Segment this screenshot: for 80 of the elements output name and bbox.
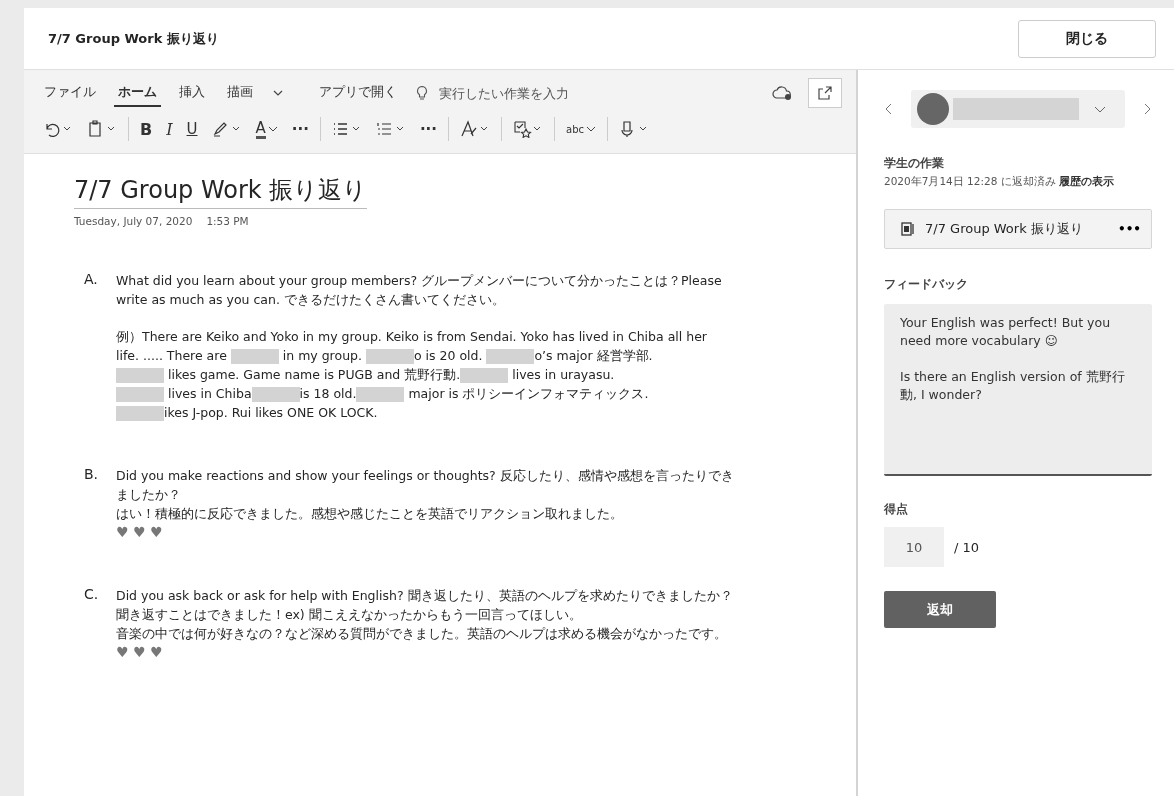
example-text: life. ..... There are <box>116 348 228 363</box>
example-text: major is ポリシーインフォマティックス. <box>407 386 649 401</box>
search-field[interactable]: 実行したい作業を入力 <box>415 84 611 102</box>
italic-button[interactable]: I <box>163 115 176 143</box>
return-button[interactable]: 返却 <box>884 591 996 628</box>
page-date: Tuesday, July 07, 2020 <box>74 215 193 227</box>
score-field[interactable]: 10 <box>884 527 944 567</box>
list-letter: C. <box>83 586 100 604</box>
styles-icon <box>460 120 490 138</box>
redaction-block <box>460 368 509 383</box>
section-title: 学生の作業 <box>884 156 945 171</box>
underline-button[interactable]: U <box>183 115 201 143</box>
caret-icon <box>586 125 596 133</box>
numbering-icon <box>375 120 406 138</box>
list-letter: A. <box>83 271 99 289</box>
example-text: is 18 old. <box>299 386 357 401</box>
notebook-icon <box>901 221 915 237</box>
cloud-icon[interactable] <box>772 85 794 101</box>
score-max: / 10 <box>954 539 980 555</box>
caret-icon <box>267 125 278 133</box>
example-text: o’s major 経営学部. <box>534 348 653 363</box>
example-text: 例）There are Keiko and Yoko in my group. Keiko is from Sendai. Yoko has lived in Chiba all her <box>116 329 707 344</box>
paste-icon <box>87 120 117 138</box>
file-name: 7/7 Group Work 振り返り <box>925 220 1084 238</box>
tags-icon <box>513 120 543 138</box>
share-icon <box>817 85 833 101</box>
close-button[interactable]: 閉じる <box>1018 19 1156 58</box>
redaction-block <box>116 406 164 421</box>
example-text: lives in Chiba <box>166 386 252 401</box>
returned-status: 2020年7月14日 12:28 に返却済み <box>884 175 1056 187</box>
bold-button[interactable]: B <box>137 115 156 143</box>
open-in-app-button[interactable]: アプリで開く <box>315 79 401 107</box>
question-text: Did you make reactions and show your feelings or thoughts? 反応したり、感情や感想を言ったりできましたか？ <box>116 467 734 504</box>
ribbon-tab[interactable]: 描画 <box>223 79 257 107</box>
redaction-block <box>486 349 535 364</box>
font-color-button[interactable]: A <box>252 115 281 143</box>
redaction-block <box>230 349 279 364</box>
redaction-block <box>356 387 405 402</box>
bullets-icon <box>331 120 362 138</box>
example-text: likes game. Game name is PUGB and 荒野行動. <box>166 367 461 382</box>
ribbon-tab[interactable]: ファイル <box>40 79 100 107</box>
answer-text: 聞き返すことはできました！ex) 聞こええなかったからもう一回言ってほしい。 <box>116 607 582 622</box>
ribbon-tab[interactable]: 挿入 <box>175 79 209 107</box>
score-label: 得点 <box>884 502 909 517</box>
question-text: Did you ask back or ask for help with English? 聞き返したり、英語のヘルプを求めたりできましたか？ <box>116 587 734 605</box>
redaction-block <box>116 387 164 402</box>
previous-icon[interactable] <box>884 102 894 116</box>
dictate-icon <box>619 120 649 138</box>
share-button[interactable] <box>808 78 842 108</box>
heart-marks: ♥ ♥ ♥ <box>116 644 163 660</box>
redaction-block <box>365 349 414 364</box>
student-selector[interactable] <box>911 90 1125 128</box>
next-icon[interactable] <box>1142 102 1152 116</box>
avatar <box>917 93 949 125</box>
redaction-block <box>251 387 300 402</box>
answer-text: はい！積極的に反応できました。感想や感じたことを英語でリアクション取れました。 <box>116 506 623 521</box>
file-card[interactable]: 7/7 Group Work 振り返り ••• <box>884 209 1152 249</box>
spelling-button[interactable]: abc <box>563 115 599 143</box>
example-text: ikes J-pop. Rui likes ONE OK LOCK. <box>164 405 378 420</box>
feedback-field[interactable]: Your English was perfect! But you need more vocabulary ☺ Is there an English version of 荒野行動, I wonder? <box>884 304 1152 476</box>
more-button[interactable]: ··· <box>416 115 440 143</box>
more-button[interactable]: ··· <box>288 115 312 143</box>
redaction-block <box>116 368 164 383</box>
example-text: o is 20 old. <box>413 348 484 363</box>
answer-text: 音楽の中では何が好きなの？など深める質問ができました。英語のヘルプは求める機会がなかったです。 <box>116 626 727 641</box>
highlight-icon <box>211 120 242 138</box>
ribbon-tab[interactable]: ホーム <box>114 79 161 107</box>
more-button[interactable]: ••• <box>1118 222 1141 236</box>
example-text: in my group. <box>281 348 363 363</box>
heart-marks: ♥ ♥ ♥ <box>116 524 163 540</box>
feedback-label: フィードバック <box>884 277 969 292</box>
example-text: lives in urayasu. <box>511 367 615 382</box>
lightbulb-icon <box>415 85 429 101</box>
page-title: 7/7 Group Work 振り返り <box>74 174 368 209</box>
caret-icon <box>1093 104 1107 114</box>
window-title: 7/7 Group Work 振り返り <box>48 29 219 48</box>
list-letter: B. <box>83 466 100 484</box>
page-time: 1:53 PM <box>206 215 249 227</box>
question-text: What did you learn about your group members? グループメンバーについて分かったことは？Please write as much as you can. できるだけたくさん書いてください。 <box>116 272 723 309</box>
history-link[interactable]: 履歴の表示 <box>1059 175 1115 187</box>
